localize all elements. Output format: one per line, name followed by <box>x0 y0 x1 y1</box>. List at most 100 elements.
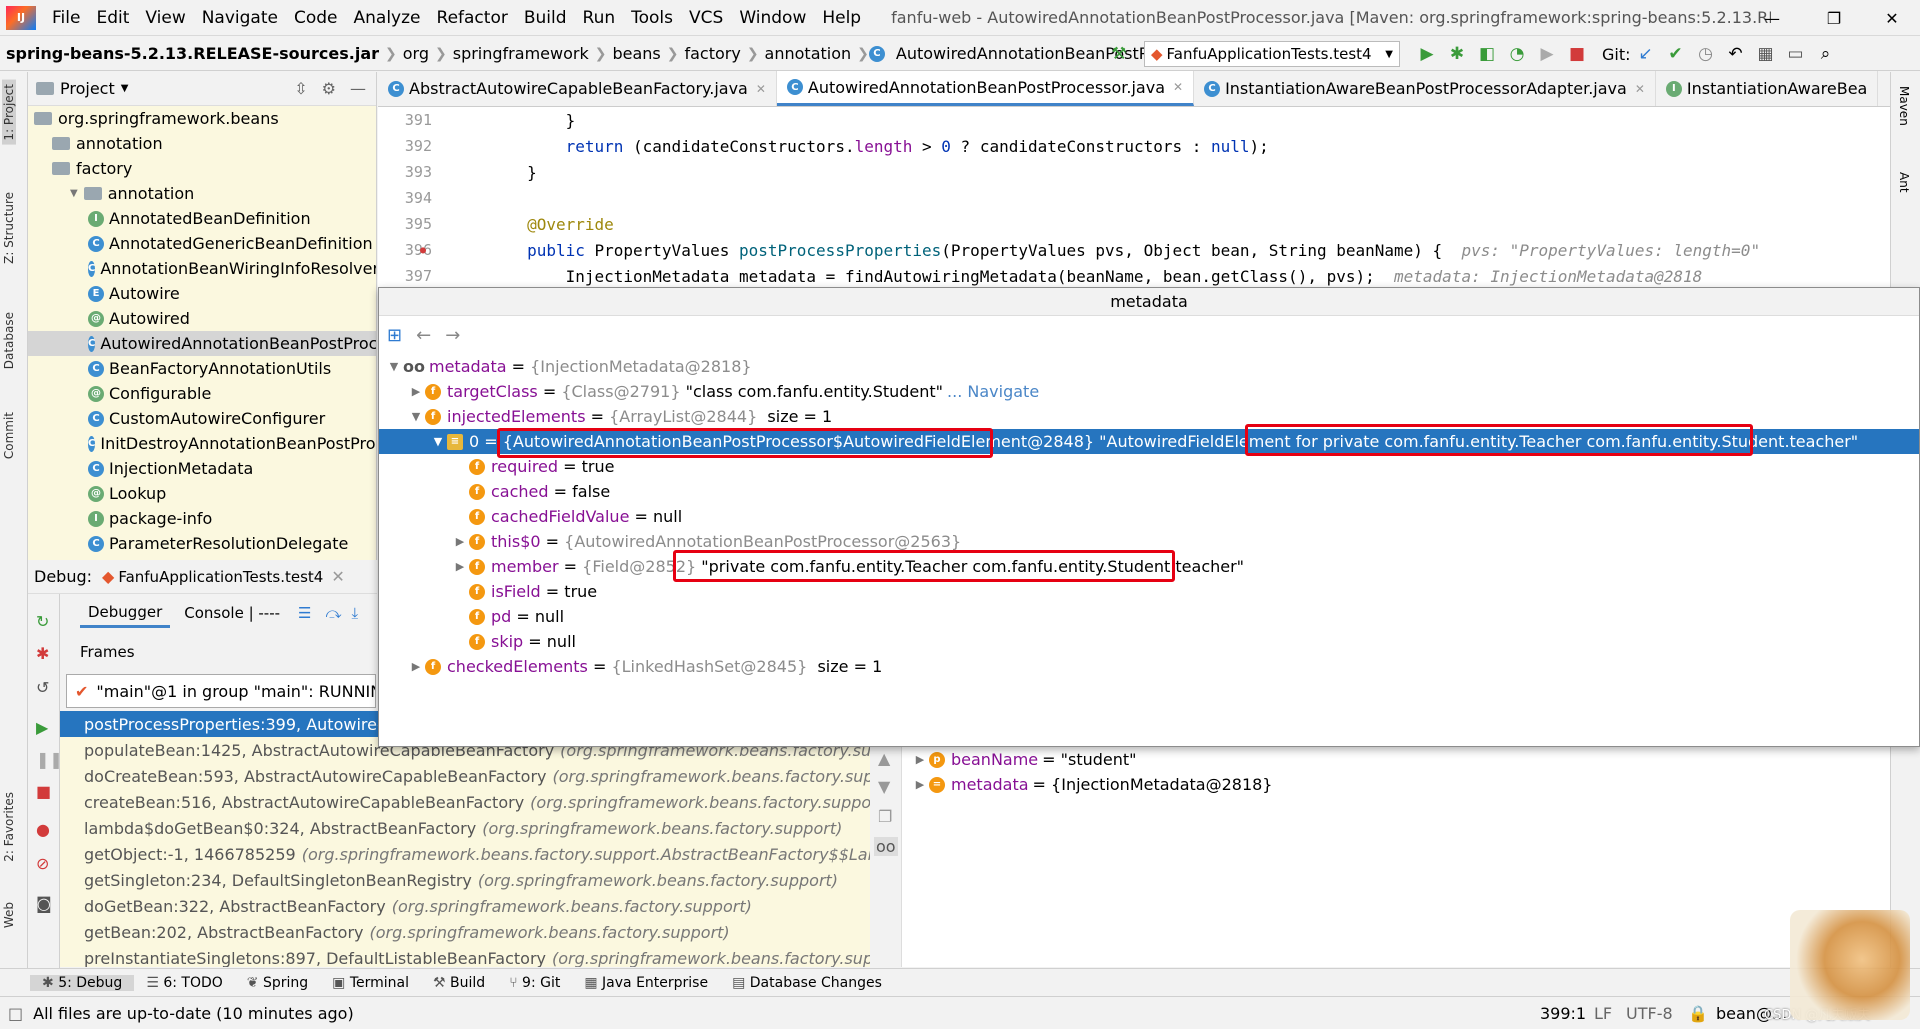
run-icon[interactable]: ▶ <box>1414 41 1440 67</box>
inspect-tree-row[interactable]: ▼ ≡ 0 = {AutowiredAnnotationBeanPostProces… <box>379 429 1919 454</box>
tool-window-4[interactable]: ⚒ Build <box>421 975 497 991</box>
code-line[interactable]: 396 public PropertyValues postProcessPro… <box>378 237 1890 263</box>
minimize-button[interactable]: — <box>1744 0 1800 36</box>
tab-debugger[interactable]: Debugger <box>80 599 171 628</box>
maximize-button[interactable]: ❐ <box>1806 0 1862 36</box>
line-number[interactable]: 392 <box>378 137 450 155</box>
git-update-icon[interactable]: ↙ <box>1633 41 1659 67</box>
inspect-tree-row[interactable]: ▶ f targetClass = {Class@2791} "class com.… <box>379 379 1919 404</box>
tool-window-0[interactable]: ✱ 5: Debug <box>30 974 135 991</box>
breadcrumb-item[interactable]: annotation <box>759 44 858 63</box>
code-line[interactable]: 393 } <box>378 159 1890 185</box>
expand-arrow-icon[interactable]: ▼ <box>407 410 425 423</box>
encoding[interactable]: UTF-8 <box>1626 1004 1673 1023</box>
expand-arrow-icon[interactable]: ▶ <box>911 753 929 766</box>
build-hammer-icon[interactable]: ⚒ <box>1106 41 1132 67</box>
variable-row[interactable]: ▶ = metadata = {InjectionMetadata@2818} <box>911 772 1273 797</box>
inspect-tree-row[interactable]: f required = true <box>379 454 1919 479</box>
menu-file[interactable]: File <box>44 8 88 28</box>
project-tree-item[interactable]: org.springframework.beans <box>28 106 376 131</box>
line-number[interactable]: 397 <box>378 267 450 285</box>
inspect-tree-row[interactable]: f cached = false <box>379 479 1919 504</box>
breadcrumb-item[interactable]: factory <box>678 44 746 63</box>
code-line[interactable]: 394 <box>378 185 1890 211</box>
override-marker-icon[interactable]: ● <box>420 245 426 256</box>
add-watch-icon[interactable]: ⊞ <box>387 325 402 346</box>
project-tree-item[interactable]: C InjectionMetadata <box>28 456 376 481</box>
coverage-icon[interactable]: ◧ <box>1474 41 1500 67</box>
git-rollback-icon[interactable]: ↶ <box>1723 41 1749 67</box>
project-tree-item[interactable]: C ParameterResolutionDelegate <box>28 531 376 556</box>
close-tab-icon[interactable]: ✕ <box>756 82 766 96</box>
stripe-tab-maven[interactable]: Maven <box>1897 86 1911 126</box>
project-panel-title[interactable]: Project <box>60 79 115 98</box>
camera-icon[interactable]: ◙ <box>36 894 52 913</box>
hide-icon[interactable]: — <box>350 79 366 98</box>
breadcrumb-item[interactable]: org <box>397 44 435 63</box>
project-structure-icon[interactable]: ▦ <box>1753 41 1779 67</box>
tool-window-5[interactable]: ⑂ 9: Git <box>497 975 572 991</box>
stack-frame[interactable]: preInstantiateSingletons:897, DefaultLis… <box>60 945 870 968</box>
inspect-tree-row[interactable]: f pd = null <box>379 604 1919 629</box>
stop-icon[interactable]: ■ <box>1564 41 1590 67</box>
project-tree-item[interactable]: @ Configurable <box>28 381 376 406</box>
view-breakpoints-icon[interactable]: ● <box>36 820 50 839</box>
stripe-tab-project[interactable]: 1: Project <box>2 80 16 145</box>
collapse-icon[interactable]: ⇳ <box>294 79 307 98</box>
line-number[interactable]: 394 <box>378 189 450 207</box>
rerun-icon[interactable]: ↻ <box>36 612 49 631</box>
close-tab-icon[interactable]: ✕ <box>1635 82 1645 96</box>
inspect-tree-row[interactable]: f skip = null <box>379 629 1919 654</box>
watches-icon[interactable]: oo <box>874 837 898 856</box>
project-tree-item[interactable]: Ipackage-info <box>28 506 376 531</box>
menu-icon[interactable]: ☰ <box>298 604 311 622</box>
lock-icon[interactable]: 🔒 <box>1688 1004 1708 1023</box>
project-tree-item[interactable]: C AnnotationBeanWiringInfoResolver <box>28 256 376 281</box>
git-history-icon[interactable]: ◷ <box>1693 41 1719 67</box>
git-commit-icon[interactable]: ✔ <box>1663 41 1689 67</box>
project-tree-item[interactable]: annotation <box>28 131 376 156</box>
stripe-tab-structure[interactable]: Z: Structure <box>2 192 16 264</box>
line-separator[interactable]: LF <box>1594 1004 1612 1023</box>
stack-frame[interactable]: lambda$doGetBean$0:324, AbstractBeanFact… <box>60 815 870 841</box>
tool-window-1[interactable]: ☰ 6: TODO <box>134 975 234 991</box>
stripe-tab-ant[interactable]: Ant <box>1897 172 1911 193</box>
pause-icon[interactable]: ❚❚ <box>36 750 63 769</box>
cursor-position[interactable]: 399:1 <box>1540 1004 1586 1023</box>
code-line[interactable]: 391 } <box>378 107 1890 133</box>
back-icon[interactable]: ← <box>416 325 431 346</box>
menu-code[interactable]: Code <box>286 8 346 28</box>
expand-arrow-icon[interactable]: ▶ <box>451 560 469 573</box>
expand-arrow-icon[interactable]: ▼ <box>429 435 447 448</box>
stack-frame[interactable]: doGetBean:322, AbstractBeanFactory (org.s… <box>60 893 870 919</box>
gear-icon[interactable]: ⚙ <box>322 79 336 98</box>
editor-tab[interactable]: C AbstractAutowireCapableBeanFactory.java… <box>378 71 777 106</box>
inspect-tree-row[interactable]: ▼ oo metadata = {InjectionMetadata@2818} <box>379 354 1919 379</box>
line-number[interactable]: 393 <box>378 163 450 181</box>
tool-window-2[interactable]: ❦ Spring <box>235 975 320 991</box>
tool-window-3[interactable]: ▣ Terminal <box>320 975 421 991</box>
menu-help[interactable]: Help <box>814 8 869 28</box>
stripe-tab-database[interactable]: Database <box>2 312 16 369</box>
forward-icon[interactable]: → <box>445 325 460 346</box>
code-line[interactable]: 395 @Override <box>378 211 1890 237</box>
expand-arrow-icon[interactable]: ▶ <box>407 660 425 673</box>
breadcrumb-item[interactable]: beans <box>606 44 666 63</box>
menu-vcs[interactable]: VCS <box>681 8 731 28</box>
navigate-link[interactable]: ... Navigate <box>947 382 1039 401</box>
down-icon[interactable]: ▼ <box>878 777 890 796</box>
inspect-tree-row[interactable]: f isField = true <box>379 579 1919 604</box>
project-tree-item[interactable]: C InitDestroyAnnotationBeanPostProce <box>28 431 376 456</box>
stripe-tab-favorites[interactable]: 2: Favorites <box>2 792 16 862</box>
run-config-select[interactable]: ◆ FanfuApplicationTests.test4 ▼ <box>1144 41 1400 67</box>
expand-arrow-icon[interactable]: ▼ <box>385 360 403 373</box>
breadcrumb-item[interactable]: spring-beans-5.2.13.RELEASE-sources.jar <box>0 44 385 63</box>
close-icon[interactable]: ✕ <box>331 567 344 586</box>
expand-arrow-icon[interactable]: ▼ <box>70 188 78 199</box>
copy-icon[interactable]: ❐ <box>878 807 892 826</box>
project-tree-item[interactable]: E Autowire <box>28 281 376 306</box>
menu-refactor[interactable]: Refactor <box>429 8 516 28</box>
expand-arrow-icon[interactable]: ▶ <box>911 778 929 791</box>
tab-console[interactable]: Console | ---- <box>184 604 280 622</box>
chevron-down-icon[interactable]: ▼ <box>121 83 129 94</box>
